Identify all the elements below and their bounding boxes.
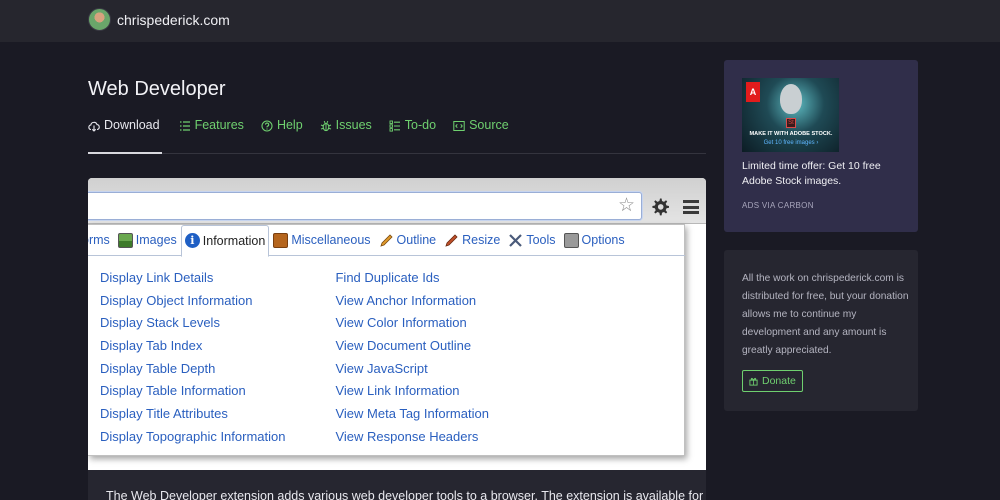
menu-item: View Anchor Information [335, 292, 477, 308]
ext-tab-information-label: Information [202, 233, 266, 248]
images-icon [117, 232, 133, 248]
ext-tab-tools-label: Tools [526, 233, 556, 247]
menu-item: Find Duplicate Ids [335, 270, 440, 285]
menu-item: Display Stack Levels [100, 315, 220, 331]
tab-download-label: Download [104, 118, 160, 132]
description-text: The Web Developer extension adds various… [106, 489, 704, 500]
menu-item: View Meta Tag Information [335, 406, 489, 422]
information-menu: Display Link Details Display Object Info… [100, 267, 489, 449]
browser-menu-icon [683, 200, 699, 214]
options-icon [563, 232, 579, 248]
cloud-download-icon [88, 121, 100, 132]
gift-icon [749, 377, 758, 386]
tools-icon [509, 233, 523, 247]
tab-todo-label: To-do [404, 118, 437, 132]
code-icon [453, 121, 465, 131]
menu-item: Display Table Depth [100, 360, 216, 376]
ext-tab-forms: orms [88, 225, 114, 256]
ext-tab-images-label: Images [135, 233, 177, 247]
menu-item: View Color Information [335, 315, 467, 331]
star-icon: ☆ [617, 195, 635, 216]
tab-todo[interactable]: To-do [389, 118, 436, 154]
ext-tab-forms-label: orms [88, 233, 110, 247]
menu-item: View Response Headers [335, 428, 479, 444]
ad-text-link[interactable]: Limited time offer: Get 10 free Adobe St… [742, 159, 902, 189]
ext-tab-resize: Resize [440, 225, 504, 256]
address-bar: ☆ [88, 192, 642, 220]
description-block: The Web Developer extension adds various… [88, 470, 706, 500]
menu-item: View Document Outline [335, 338, 472, 354]
ad-image[interactable]: A St MAKE IT WITH ADOBE STOCK. Get 10 fr… [742, 78, 839, 152]
ad-image-headline: MAKE IT WITH ADOBE STOCK. [749, 131, 833, 137]
ads-via-carbon-link[interactable]: ADS VIA CARBON [742, 201, 814, 210]
info-icon: i [184, 233, 200, 248]
tab-issues[interactable]: Issues [320, 118, 372, 154]
ext-tab-information: i Information [180, 224, 270, 257]
pencil-icon [379, 233, 393, 247]
list-icon [179, 121, 190, 131]
avatar [88, 8, 111, 31]
book-icon [273, 232, 289, 248]
site-home-link[interactable]: chrispederick.com [88, 8, 230, 31]
menu-column-right: Find Duplicate Ids View Anchor Informati… [335, 267, 488, 449]
tab-help[interactable]: Help [261, 118, 303, 154]
ext-tab-tools: Tools [504, 225, 559, 256]
menu-item: Display Link Details [100, 270, 214, 285]
web-developer-panel: orms Images i Information Miscellaneous … [88, 224, 685, 456]
ad-image-cta: Get 10 free images › [763, 140, 819, 146]
menu-column-left: Display Link Details Display Object Info… [100, 267, 285, 449]
tab-features-label: Features [194, 118, 244, 132]
project-tabs: Download Features Help Issues To-do Sour… [88, 118, 706, 154]
tab-features[interactable]: Features [179, 118, 244, 154]
adobe-logo: A [746, 82, 760, 102]
site-name: chrispederick.com [117, 11, 230, 28]
tab-download[interactable]: Download [88, 118, 162, 154]
menu-item: View JavaScript [335, 360, 428, 376]
menu-item: Display Table Information [100, 383, 246, 399]
ext-tab-outline: Outline [375, 225, 441, 256]
tab-source[interactable]: Source [453, 118, 509, 154]
extension-screenshot: ☆ orms Images i Information Miscellaneou… [88, 178, 706, 470]
extension-toolbar-tabs: orms Images i Information Miscellaneous … [88, 224, 685, 257]
ad-portrait [780, 84, 802, 114]
browser-toolbar: ☆ [88, 178, 706, 224]
question-circle-icon [261, 120, 273, 132]
menu-item: Display Tab Index [100, 338, 203, 354]
top-bar: chrispederick.com [0, 0, 1000, 42]
checklist-icon [389, 120, 400, 132]
menu-item: Display Title Attributes [100, 406, 228, 422]
donate-button[interactable]: Donate [742, 370, 803, 392]
adobe-stock-badge: St [786, 118, 796, 128]
ext-tab-resize-label: Resize [462, 233, 501, 247]
resize-icon [445, 233, 458, 247]
page-title: Web Developer [88, 78, 226, 100]
menu-item: Display Object Information [100, 292, 253, 308]
menu-item: Display Topographic Information [100, 428, 286, 444]
donate-panel: All the work on chrispederick.com is dis… [724, 250, 918, 411]
donate-text: All the work on chrispederick.com is dis… [742, 273, 909, 356]
ext-tab-miscellaneous: Miscellaneous [269, 225, 374, 256]
menu-item: View Link Information [335, 383, 460, 399]
tab-help-label: Help [276, 118, 303, 132]
ext-tab-images: Images [114, 225, 181, 256]
ext-tab-miscellaneous-label: Miscellaneous [291, 233, 371, 247]
gear-icon [652, 198, 669, 216]
bug-icon [320, 120, 331, 132]
tab-issues-label: Issues [335, 118, 372, 132]
ext-tab-options-label: Options [581, 233, 625, 247]
donate-button-label: Donate [762, 375, 796, 387]
ext-tab-options: Options [560, 225, 629, 256]
carbon-ad[interactable]: A St MAKE IT WITH ADOBE STOCK. Get 10 fr… [724, 60, 918, 232]
ext-tab-outline-label: Outline [396, 233, 437, 247]
tab-source-label: Source [469, 118, 509, 132]
